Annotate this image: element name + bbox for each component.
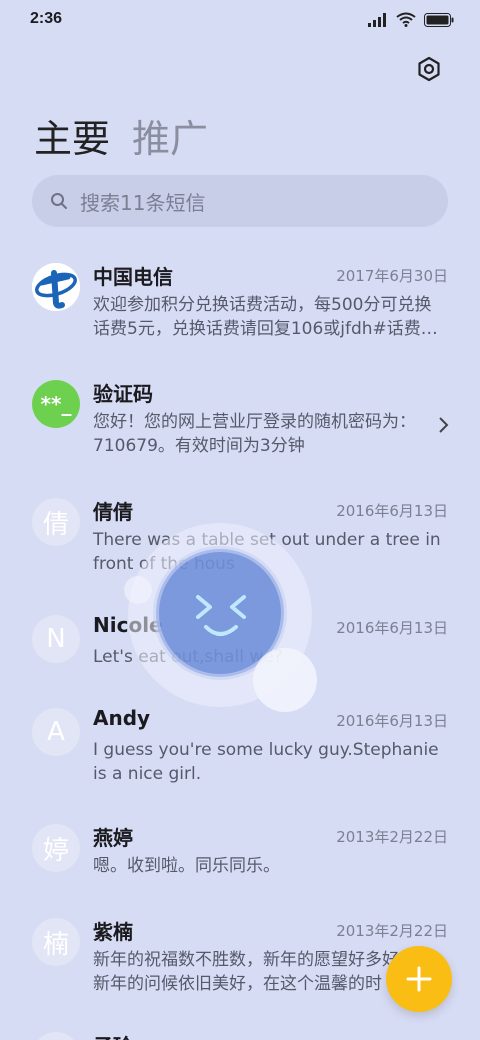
message-preview: 您好！您的网上营业厅登录的随机密码为：710679。有效时间为3分钟: [93, 412, 416, 456]
sender-name: 倩倩: [93, 500, 133, 524]
avatar: 楠: [32, 918, 80, 966]
avatar: **_: [32, 380, 80, 428]
message-preview: I guess you're some lucky guy.Stephanie …: [93, 740, 439, 784]
search-icon: [51, 193, 67, 209]
sender-name: 中国电信: [93, 265, 173, 289]
tab-promotions[interactable]: 推广: [132, 108, 208, 163]
battery-icon: [424, 12, 454, 27]
sender-name: 验证码: [93, 382, 153, 406]
message-item-verification-code[interactable]: **_ 验证码 您好！您的网上营业厅登录的随机密码为：710679。有效时间为3…: [0, 372, 480, 482]
message-preview: There was a table set out under a tree i…: [93, 530, 441, 574]
signal-icon: [368, 12, 386, 27]
message-date: 2016年6月13日: [336, 619, 448, 637]
message-date: 2013年2月22日: [336, 922, 448, 940]
avatar: N: [32, 615, 80, 663]
status-bar: 2:36: [0, 0, 480, 40]
sender-name: 燕婷: [93, 826, 133, 850]
message-preview: 嗯。收到啦。同乐同乐。: [93, 856, 280, 876]
search-placeholder: 搜索11条短信: [80, 190, 206, 215]
sender-name: 紫楠: [93, 920, 133, 944]
wifi-icon: [396, 12, 416, 27]
message-item-andy[interactable]: A Andy 2016年6月13日 I guess you're some lu…: [0, 700, 480, 810]
avatar: [32, 263, 80, 311]
china-telecom-logo-icon: [32, 263, 80, 311]
avatar: 倩: [32, 498, 80, 546]
compose-button[interactable]: [386, 946, 452, 1012]
sender-name: Nicole: [93, 613, 163, 637]
settings-button[interactable]: [416, 56, 442, 82]
avatar: 婷: [32, 824, 80, 872]
message-item-ziling[interactable]: 子玲: [0, 1024, 480, 1040]
message-date: 2013年2月22日: [336, 828, 448, 846]
tabs: 主要 推广: [34, 108, 208, 163]
tab-primary[interactable]: 主要: [34, 108, 110, 163]
message-item-qianqian[interactable]: 倩 倩倩 2016年6月13日 There was a table set ou…: [0, 490, 480, 600]
settings-hexagon-icon: [418, 56, 440, 82]
avatar: [32, 1032, 80, 1040]
status-icons: [368, 12, 454, 27]
message-date: 2016年6月13日: [336, 712, 448, 730]
sender-name: 子玲: [93, 1030, 133, 1040]
plus-icon: [406, 966, 432, 992]
status-time: 2:36: [30, 10, 63, 27]
avatar: A: [32, 708, 80, 756]
message-date: 2016年6月13日: [336, 502, 448, 520]
message-preview: 欢迎参加积分兑换话费活动，每500分可兑换话费5元，兑换话费请回复106或jfd…: [93, 295, 438, 339]
chevron-right-icon[interactable]: [438, 416, 450, 434]
search-bar[interactable]: 搜索11条短信: [32, 175, 448, 227]
sender-name: Andy: [93, 706, 151, 730]
message-preview: Let's eat out,shall we?: [93, 647, 283, 667]
message-item-china-telecom[interactable]: 中国电信 2017年6月30日 欢迎参加积分兑换话费活动，每500分可兑换话费5…: [0, 255, 480, 365]
message-date: 2017年6月30日: [336, 267, 448, 285]
